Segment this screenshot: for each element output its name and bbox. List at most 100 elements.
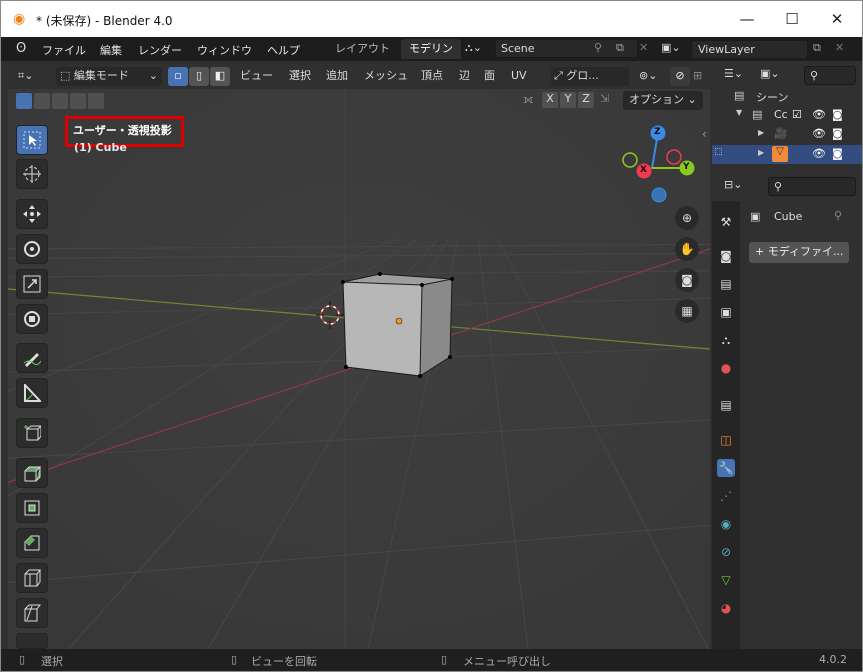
outliner-row-cube[interactable]: ⬚ ▶ ▽ 👁 ◙ — [712, 145, 862, 164]
remove-scene-icon[interactable]: ✕ — [639, 41, 648, 54]
menu-edge[interactable]: 辺 — [459, 67, 470, 86]
outliner-editor-type-icon[interactable]: ☰⌄ — [724, 67, 743, 80]
particles-tab-icon[interactable]: ⋰ — [717, 487, 735, 505]
pin-icon[interactable]: ⚲ — [594, 39, 602, 56]
blender-menu-icon[interactable]: ʘ — [16, 41, 26, 56]
tab-layout[interactable]: レイアウト — [327, 39, 398, 59]
object-tab-icon[interactable]: ◫ — [717, 431, 735, 449]
select-box-tool[interactable] — [16, 125, 48, 155]
view-layer-icon[interactable]: ▣⌄ — [661, 41, 681, 54]
modifier-wrench-icon[interactable]: 🔧 — [717, 459, 735, 477]
pan-hand-icon[interactable]: ✋ — [675, 237, 699, 261]
axis-z-button[interactable]: Z — [578, 92, 594, 108]
move-tool[interactable] — [16, 199, 48, 229]
menu-face[interactable]: 面 — [484, 67, 495, 86]
perspective-toggle-icon[interactable]: ▦ — [675, 299, 699, 323]
outliner-search-input[interactable]: ⚲ — [804, 66, 856, 85]
remove-view-layer-icon[interactable]: ✕ — [835, 41, 844, 54]
pin-icon[interactable]: ⚲ — [834, 209, 842, 222]
snap-icon[interactable]: ⊘ — [670, 67, 690, 86]
mirror-icon[interactable]: ⟗ — [523, 92, 534, 107]
poly-build-tool[interactable] — [16, 633, 48, 649]
scale-tool[interactable] — [16, 269, 48, 299]
add-modifier-button[interactable]: + モディファイ... — [749, 242, 849, 263]
axis-y-button[interactable]: Y — [560, 92, 576, 108]
select-invert-icon[interactable] — [70, 93, 86, 109]
eye-icon[interactable]: 👁 — [812, 127, 826, 140]
menu-add[interactable]: 追加 — [326, 67, 348, 86]
view-layer-tab-icon[interactable]: ▣ — [717, 303, 735, 321]
face-select-icon[interactable]: ◧ — [210, 67, 230, 86]
menu-uv[interactable]: UV — [511, 67, 527, 86]
edit-mode-icon[interactable]: ⬚ — [714, 147, 723, 157]
vertex-select-icon[interactable]: ▫ — [168, 67, 188, 86]
editor-type-icon[interactable]: ⌗⌄ — [18, 67, 33, 86]
annotate-tool[interactable] — [16, 343, 48, 373]
expand-arrow-icon[interactable]: ▶ — [758, 128, 764, 137]
cursor-tool[interactable] — [16, 159, 48, 189]
zoom-icon[interactable]: ⊕ — [675, 206, 699, 230]
camera-render-icon[interactable]: ◙ — [832, 108, 843, 121]
tab-modeling[interactable]: モデリン — [401, 39, 461, 59]
menu-select[interactable]: 選択 — [289, 67, 311, 86]
new-view-layer-icon[interactable]: ⧉ — [813, 41, 821, 55]
outliner-row-camera[interactable]: ▶ 🎥 👁 ◙ — [712, 125, 862, 144]
outliner-row-collection[interactable]: ▼ ▤ Cc ☑ 👁 ◙ — [712, 106, 862, 125]
world-tab-icon[interactable]: ● — [717, 359, 735, 377]
eye-icon[interactable]: 👁 — [812, 108, 826, 121]
collapse-sidebar-icon[interactable]: ‹ — [702, 127, 707, 141]
transform-orientation-dropdown[interactable]: ⤢ グロ... — [551, 67, 629, 86]
camera-render-icon[interactable]: ◙ — [832, 127, 843, 140]
select-subtract-icon[interactable] — [52, 93, 68, 109]
edge-select-icon[interactable]: ▯ — [189, 67, 209, 86]
axis-x-button[interactable]: X — [542, 92, 558, 108]
properties-editor-type-icon[interactable]: ⊟⌄ — [724, 178, 742, 191]
checkbox-icon[interactable]: ☑ — [792, 108, 802, 121]
3d-viewport[interactable]: ⟗ X Y Z ⇲ オプション ⌄ ‹ — [8, 89, 710, 649]
scene-icon[interactable]: ⛬⌄ — [465, 39, 482, 56]
auto-merge-icon[interactable]: ⇲ — [600, 92, 609, 105]
extrude-tool[interactable] — [16, 458, 48, 488]
outliner-row-scene[interactable]: ▤ シーン — [712, 87, 862, 106]
camera-view-icon[interactable]: ◙ — [675, 268, 699, 292]
expand-arrow-icon[interactable]: ▼ — [736, 108, 742, 117]
expand-arrow-icon[interactable]: ▶ — [758, 148, 764, 157]
cube-mesh[interactable] — [341, 272, 454, 378]
display-mode-icon[interactable]: ▣⌄ — [760, 67, 780, 80]
menu-edit[interactable]: 編集 — [100, 42, 122, 58]
pivot-icon[interactable]: ⊚⌄ — [639, 67, 657, 86]
rotate-tool[interactable] — [16, 234, 48, 264]
view-layer-field[interactable]: ViewLayer — [691, 40, 808, 59]
measure-tool[interactable] — [16, 378, 48, 408]
mode-dropdown[interactable]: ⬚ 編集モード ⌄ — [56, 67, 162, 86]
data-tab-icon[interactable]: ▽ — [717, 571, 735, 589]
menu-view[interactable]: ビュー — [240, 67, 273, 86]
new-scene-icon[interactable]: ⧉ — [616, 39, 624, 56]
proportional-icon[interactable]: ⊞ — [693, 67, 702, 86]
render-tab-icon[interactable]: ◙ — [717, 247, 735, 265]
maximize-button[interactable]: ☐ — [769, 1, 815, 37]
material-tab-icon[interactable]: ◕ — [717, 599, 735, 617]
constraints-tab-icon[interactable]: ⊘ — [717, 543, 735, 561]
transform-tool[interactable] — [16, 304, 48, 334]
tool-tab-icon[interactable]: ⚒ — [717, 213, 735, 231]
collection-tab-icon[interactable]: ▤ — [717, 396, 735, 414]
eye-icon[interactable]: 👁 — [812, 147, 826, 160]
select-new-icon[interactable] — [16, 93, 32, 109]
close-button[interactable]: ✕ — [814, 1, 860, 37]
options-dropdown[interactable]: オプション ⌄ — [623, 91, 703, 110]
inset-tool[interactable] — [16, 493, 48, 523]
bevel-tool[interactable] — [16, 528, 48, 558]
menu-help[interactable]: ヘルプ — [267, 42, 300, 58]
properties-search-input[interactable]: ⚲ — [768, 177, 856, 196]
physics-tab-icon[interactable]: ◉ — [717, 515, 735, 533]
knife-tool[interactable] — [16, 598, 48, 628]
camera-render-icon[interactable]: ◙ — [832, 147, 843, 160]
select-intersect-icon[interactable] — [88, 93, 104, 109]
menu-render[interactable]: レンダー — [138, 42, 182, 58]
menu-file[interactable]: ファイル — [42, 42, 86, 58]
loop-cut-tool[interactable] — [16, 563, 48, 593]
scene-tab-icon[interactable]: ⛬ — [717, 331, 735, 349]
menu-window[interactable]: ウィンドウ — [197, 42, 252, 58]
minimize-button[interactable]: — — [724, 1, 770, 37]
